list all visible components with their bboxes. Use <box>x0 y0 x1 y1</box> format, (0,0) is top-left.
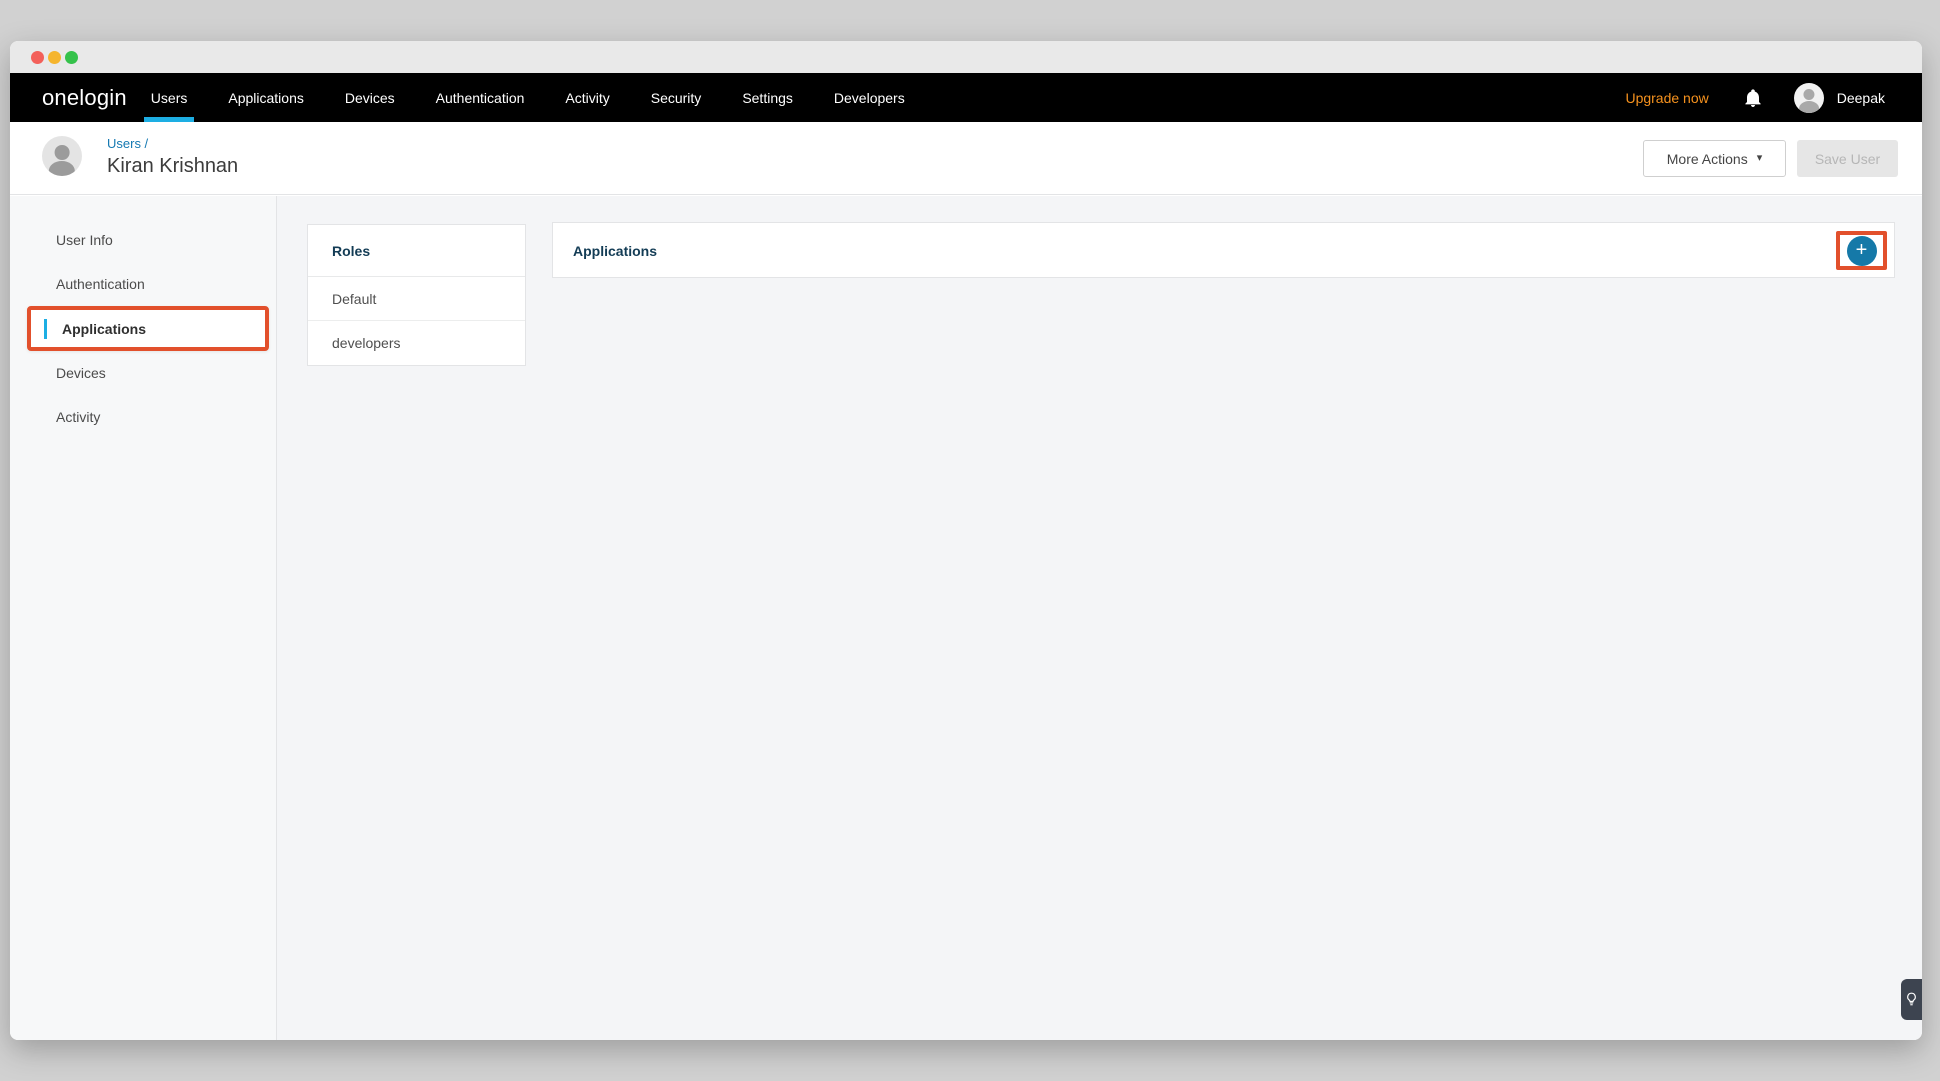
top-navbar: onelogin Users Applications Devices Auth… <box>10 73 1922 122</box>
bell-icon[interactable] <box>1745 89 1761 107</box>
user-avatar <box>42 136 82 176</box>
help-tips-button[interactable] <box>1901 979 1922 1020</box>
nav-item-security[interactable]: Security <box>651 73 702 122</box>
sidebar-item-label: Applications <box>62 321 146 337</box>
main-content: Roles Default developers Applications + <box>277 196 1922 1040</box>
nav-item-users[interactable]: Users <box>151 73 188 122</box>
account-name[interactable]: Deepak <box>1837 90 1885 106</box>
roles-panel: Roles Default developers <box>307 224 526 366</box>
lightbulb-icon <box>1906 992 1917 1007</box>
nav-item-applications[interactable]: Applications <box>228 73 304 122</box>
app-window: onelogin Users Applications Devices Auth… <box>10 41 1922 1040</box>
add-application-button[interactable]: + <box>1847 236 1877 266</box>
sidebar-item-applications[interactable]: Applications <box>27 306 269 351</box>
save-user-button[interactable]: Save User <box>1797 140 1898 177</box>
page-header: Users / Kiran Krishnan More Actions ▾ Sa… <box>10 122 1922 195</box>
nav-item-authentication[interactable]: Authentication <box>436 73 525 122</box>
roles-panel-title: Roles <box>308 225 525 277</box>
sidebar-item-authentication[interactable]: Authentication <box>10 262 276 306</box>
nav-item-devices[interactable]: Devices <box>345 73 395 122</box>
person-icon <box>1794 83 1824 113</box>
role-row-developers[interactable]: developers <box>308 321 525 365</box>
nav-item-activity[interactable]: Activity <box>565 73 609 122</box>
role-row-default[interactable]: Default <box>308 277 525 321</box>
minimize-button[interactable] <box>48 51 61 64</box>
nav-item-developers[interactable]: Developers <box>834 73 905 122</box>
user-sidebar: User Info Authentication Applications De… <box>10 196 277 1040</box>
onelogin-logo[interactable]: onelogin <box>42 85 127 111</box>
window-titlebar <box>10 41 1922 73</box>
account-avatar[interactable] <box>1794 83 1824 113</box>
upgrade-now-link[interactable]: Upgrade now <box>1625 90 1708 106</box>
breadcrumb[interactable]: Users / <box>107 136 148 151</box>
applications-panel-title: Applications <box>573 223 657 279</box>
person-icon <box>42 136 82 176</box>
sidebar-item-user-info[interactable]: User Info <box>10 218 276 262</box>
active-accent-bar <box>44 319 47 339</box>
page-title: Kiran Krishnan <box>107 155 238 178</box>
annotation-highlight-box: + <box>1836 231 1887 270</box>
nav-menu: Users Applications Devices Authenticatio… <box>151 73 905 122</box>
sidebar-item-devices[interactable]: Devices <box>10 351 276 395</box>
navbar-right: Upgrade now Deepak <box>1625 83 1885 113</box>
zoom-button[interactable] <box>65 51 78 64</box>
sidebar-item-activity[interactable]: Activity <box>10 395 276 439</box>
page-body: User Info Authentication Applications De… <box>10 196 1922 1040</box>
plus-icon: + <box>1856 237 1868 263</box>
close-button[interactable] <box>31 51 44 64</box>
nav-item-settings[interactable]: Settings <box>742 73 793 122</box>
applications-panel: Applications + <box>552 222 1895 278</box>
more-actions-label: More Actions <box>1667 151 1748 167</box>
more-actions-button[interactable]: More Actions ▾ <box>1643 140 1786 177</box>
caret-down-icon: ▾ <box>1757 153 1763 164</box>
